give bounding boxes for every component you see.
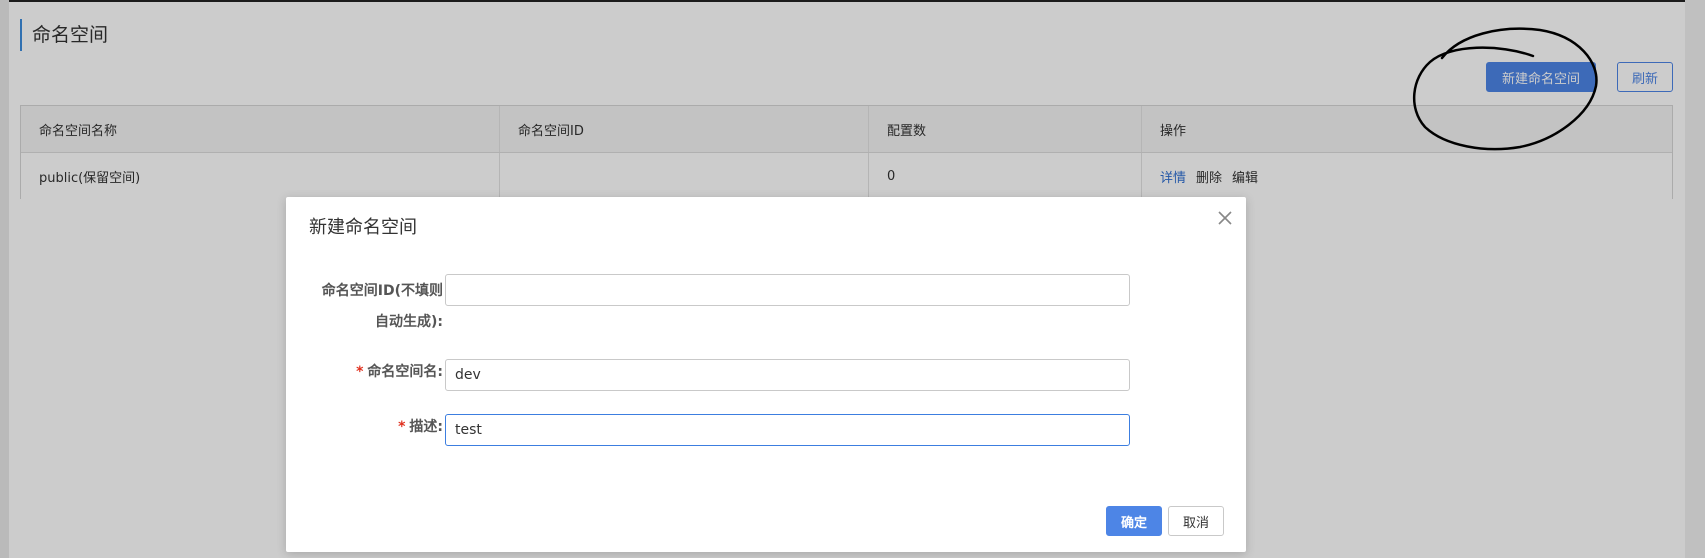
namespace-id-label-line2: 自动生成): xyxy=(375,314,443,330)
required-mark: * xyxy=(398,419,406,435)
namespace-id-label: 命名空间ID(不填则 自动生成): xyxy=(302,276,443,338)
confirm-button[interactable]: 确定 xyxy=(1106,506,1162,536)
required-mark: * xyxy=(356,364,364,380)
description-label-text: 描述: xyxy=(409,419,443,435)
namespace-id-input[interactable] xyxy=(445,274,1130,306)
namespace-id-label-line1: 命名空间ID(不填则 xyxy=(321,283,443,299)
close-icon[interactable] xyxy=(1216,209,1234,227)
description-input[interactable] xyxy=(445,414,1130,446)
dialog-title: 新建命名空间 xyxy=(309,217,417,238)
cancel-button[interactable]: 取消 xyxy=(1168,506,1224,536)
namespace-name-label-text: 命名空间名: xyxy=(367,364,443,380)
description-label: * 描述: xyxy=(302,417,443,437)
new-namespace-dialog: 新建命名空间 命名空间ID(不填则 自动生成): *命名空间名: *描述: 确定… xyxy=(286,197,1246,552)
namespace-name-input[interactable] xyxy=(445,359,1130,391)
namespace-name-label: * 命名空间名: xyxy=(302,362,443,382)
